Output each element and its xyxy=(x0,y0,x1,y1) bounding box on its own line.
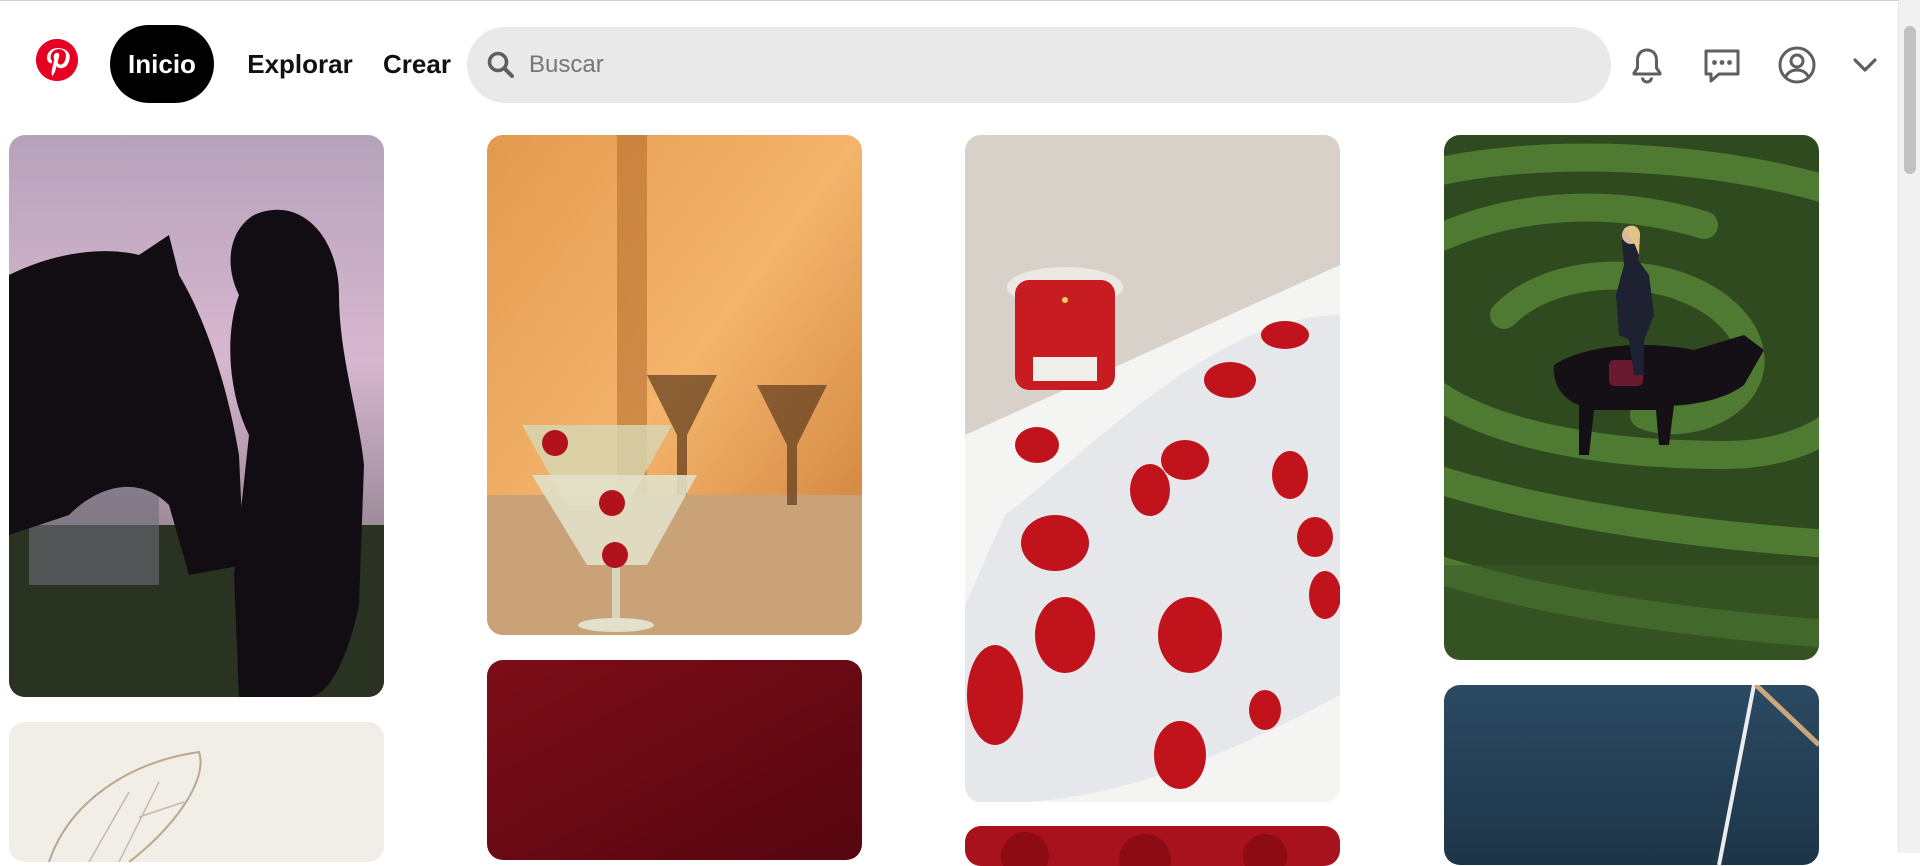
pinterest-logo-icon[interactable] xyxy=(36,39,78,81)
pin-wing-sketch[interactable] xyxy=(9,722,384,862)
pin-rider-hedge-maze[interactable] xyxy=(1444,135,1819,660)
profile-button[interactable] xyxy=(1766,34,1828,96)
pin-horse-silhouette[interactable] xyxy=(9,135,384,697)
pin-sea-sailing[interactable] xyxy=(1444,685,1819,865)
notifications-button[interactable] xyxy=(1616,34,1678,96)
pin-dark-red-texture[interactable] xyxy=(487,660,862,860)
account-menu-button[interactable] xyxy=(1840,34,1890,96)
search-icon xyxy=(485,49,517,81)
search-input[interactable] xyxy=(529,27,1589,103)
bell-icon xyxy=(1632,48,1662,84)
nav-home-button[interactable]: Inicio xyxy=(110,25,214,103)
chevron-down-icon xyxy=(1853,58,1877,72)
pin-candle-rose-bath[interactable] xyxy=(965,135,1340,802)
messages-button[interactable] xyxy=(1691,34,1753,96)
page-scrollbar[interactable] xyxy=(1898,0,1920,853)
scrollbar-thumb[interactable] xyxy=(1904,26,1916,174)
messages-icon xyxy=(1704,49,1740,83)
pin-cherry-cocktails[interactable] xyxy=(487,135,862,635)
user-profile-icon xyxy=(1778,46,1816,84)
top-navigation-bar: Inicio Explorar Crear xyxy=(0,0,1898,131)
nav-explore-button[interactable]: Explorar xyxy=(238,25,362,103)
nav-create-button[interactable]: Crear xyxy=(374,25,460,103)
pin-red-roses[interactable] xyxy=(965,826,1340,866)
search-bar[interactable] xyxy=(467,27,1611,103)
